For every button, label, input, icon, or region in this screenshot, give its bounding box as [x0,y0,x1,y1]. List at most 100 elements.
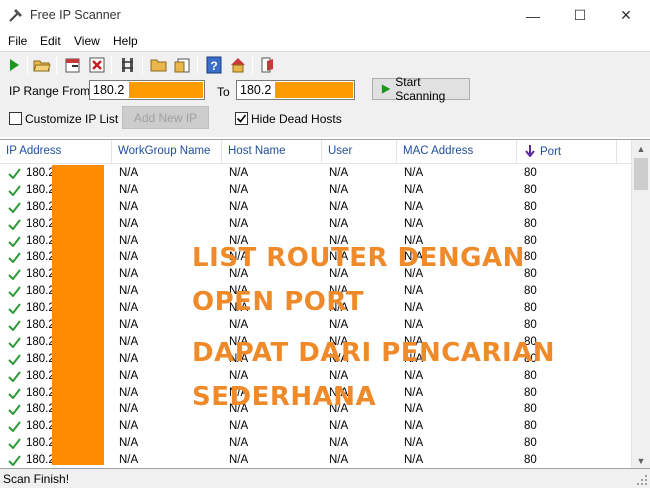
scan-options: IP Range From 180.2 To 180.2 Start Scann… [0,75,650,137]
app-icon [9,9,22,22]
folder-icon[interactable] [150,56,168,74]
cell-workgroup: N/A [119,403,139,416]
scroll-up-arrow[interactable]: ▲ [632,140,650,157]
cell-workgroup: N/A [119,268,139,281]
cell-ip: 180.2 [26,167,55,179]
table-row[interactable]: 180.2 N/A N/A N/A N/A 80 [0,266,631,283]
table-row[interactable]: 180.2 N/A N/A N/A N/A 80 [0,385,631,402]
cell-port: 80 [524,285,537,298]
check-icon [8,404,21,416]
table-row[interactable]: 180.2 N/A N/A N/A N/A 80 [0,199,631,216]
cell-ip: 180.2 [26,403,55,416]
export-icon[interactable] [64,56,82,74]
table-row[interactable]: 180.2 N/A N/A N/A N/A 80 [0,401,631,418]
column-ip-address[interactable]: IP Address [0,140,112,164]
check-icon [8,354,21,365]
list-rows: 180.2 N/A N/A N/A N/A 80 180.2 N/A N/A N/A N/A 80 18… [0,165,631,468]
start-scanning-button[interactable]: Start Scanning [372,75,470,103]
cell-ip: 180.2 [26,386,55,399]
play-icon[interactable] [5,56,23,74]
add-new-ip-button[interactable]: Add New IP [122,106,209,129]
column-mac-address[interactable]: MAC Address [397,140,517,164]
check-icon [8,235,21,247]
menu-help[interactable]: Help [113,34,138,48]
table-row[interactable]: 180.2 N/A N/A N/A N/A 80 [0,216,631,233]
cell-ip: 180.2 [26,352,55,365]
cell-mac: N/A [404,352,424,365]
vertical-scrollbar[interactable]: ▲ ▼ [631,140,650,468]
play-icon [381,84,391,94]
cell-mac: N/A [404,251,424,264]
cell-port: 80 [524,319,537,332]
check-icon [8,252,21,264]
table-row[interactable]: 180.2 N/A N/A N/A N/A 80 [0,249,631,266]
table-row[interactable]: 180.2 N/A N/A N/A N/A 80 [0,283,631,300]
results-list[interactable]: IP Address WorkGroup Name Host Name User… [0,139,650,468]
menu-view[interactable]: View [74,34,100,48]
resize-grip-icon[interactable] [636,474,648,486]
table-row[interactable]: 180.2 N/A N/A N/A N/A 80 [0,418,631,435]
cell-mac: N/A [404,234,424,247]
cell-user: N/A [329,302,349,315]
cell-host: N/A [229,352,249,365]
help-icon[interactable]: ? [205,56,223,74]
sort-arrow-icon [525,145,535,158]
table-row[interactable]: 180.2 N/A N/A N/A N/A 80 [0,452,631,468]
scroll-thumb[interactable] [634,158,648,190]
open-folder-icon[interactable] [33,56,51,74]
maximize-button[interactable]: ☐ [557,0,603,31]
hide-dead-hosts-checkbox[interactable] [235,112,248,125]
scroll-down-arrow[interactable]: ▼ [632,452,650,468]
window-title: Free IP Scanner [30,8,121,22]
table-row[interactable]: 180.2 N/A N/A N/A N/A 80 [0,351,631,368]
close-button[interactable]: ✕ [603,0,649,31]
column-user[interactable]: User [322,140,397,164]
table-row[interactable]: 180.2 N/A N/A N/A N/A 80 [0,182,631,199]
redaction-mark [129,82,203,98]
cell-host: N/A [229,251,249,264]
check-icon [8,387,21,399]
cell-user: N/A [329,319,349,332]
cell-port: 80 [524,200,537,213]
minimize-button[interactable]: — [510,0,556,31]
table-row[interactable]: 180.2 N/A N/A N/A N/A 80 [0,165,631,182]
cell-mac: N/A [404,335,424,348]
table-row[interactable]: 180.2 N/A N/A N/A N/A 80 [0,368,631,385]
menu-file[interactable]: File [8,34,27,48]
cell-host: N/A [229,200,249,213]
cell-user: N/A [329,386,349,399]
cell-workgroup: N/A [119,319,139,332]
cell-mac: N/A [404,369,424,382]
cell-host: N/A [229,285,249,298]
column-port[interactable]: Port [517,140,617,164]
cell-ip: 180.2 [26,251,55,264]
customize-ip-list-checkbox[interactable] [9,112,22,125]
column-workgroup[interactable]: WorkGroup Name [112,140,222,164]
cell-user: N/A [329,454,349,467]
cell-ip: 180.2 [26,183,55,196]
cell-mac: N/A [404,183,424,196]
cell-host: N/A [229,386,249,399]
table-row[interactable]: 180.2 N/A N/A N/A N/A 80 [0,233,631,250]
cell-port: 80 [524,183,537,196]
cell-port: 80 [524,403,537,416]
table-row[interactable]: 180.2 N/A N/A N/A N/A 80 [0,435,631,452]
menu-edit[interactable]: Edit [40,34,61,48]
toolbar: ? [0,51,650,77]
cell-host: N/A [229,454,249,467]
cell-host: N/A [229,268,249,281]
cell-user: N/A [329,217,349,230]
clipboard-icon[interactable] [174,56,192,74]
cell-ip: 180.2 [26,319,55,332]
table-row[interactable]: 180.2 N/A N/A N/A N/A 80 [0,334,631,351]
network-icon[interactable] [119,56,137,74]
cell-mac: N/A [404,454,424,467]
table-row[interactable]: 180.2 N/A N/A N/A N/A 80 [0,317,631,334]
column-host-name[interactable]: Host Name [222,140,322,164]
exit-icon[interactable] [259,56,277,74]
home-icon[interactable] [229,56,247,74]
table-row[interactable]: 180.2 N/A N/A N/A N/A 80 [0,300,631,317]
cell-mac: N/A [404,420,424,433]
cell-host: N/A [229,234,249,247]
stop-icon[interactable] [88,56,106,74]
